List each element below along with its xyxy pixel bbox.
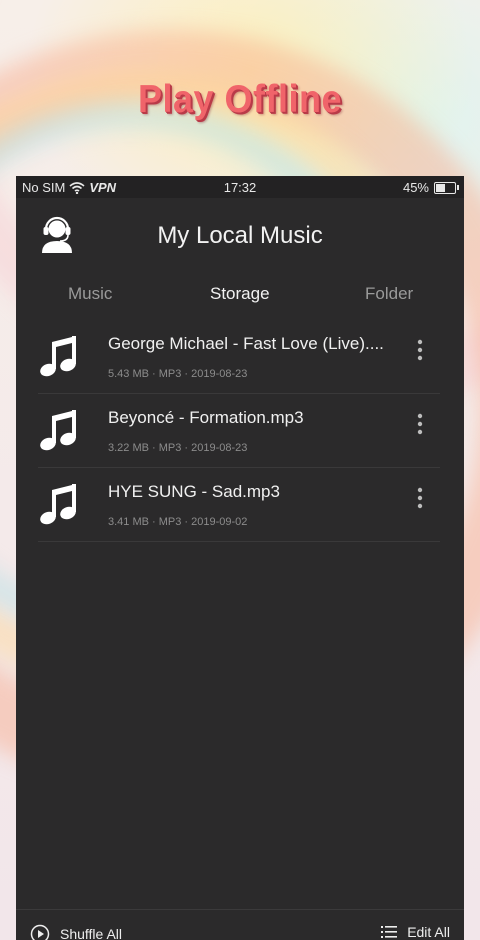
bottom-action-bar: Shuffle All Edit All <box>16 909 464 940</box>
shuffle-all-button[interactable]: Shuffle All <box>30 924 122 940</box>
song-title: HYE SUNG - Sad.mp3 <box>108 482 280 501</box>
edit-all-button[interactable]: Edit All <box>381 924 450 940</box>
shuffle-all-label: Shuffle All <box>60 926 123 940</box>
song-row[interactable]: HYE SUNG - Sad.mp3 3.41 MB · MP3 · 2019-… <box>16 468 464 542</box>
battery-percent: 45% <box>402 180 429 195</box>
song-title: George Michael - Fast Love (Live).... <box>108 334 384 353</box>
status-time: 17:32 <box>223 180 257 195</box>
tab-music[interactable]: Music <box>68 284 112 304</box>
tab-folder[interactable]: Folder <box>365 284 413 304</box>
list-icon <box>381 926 398 938</box>
music-note-icon <box>40 484 76 525</box>
music-note-icon <box>40 410 76 451</box>
row-divider <box>38 541 440 542</box>
song-meta: 3.22 MB · MP3 · 2019-08-23 <box>108 442 248 454</box>
more-options-icon[interactable] <box>410 412 430 438</box>
song-list: George Michael - Fast Love (Live).... 5.… <box>16 320 464 542</box>
song-row[interactable]: George Michael - Fast Love (Live).... 5.… <box>16 320 464 394</box>
more-options-icon[interactable] <box>410 486 430 512</box>
page-title: My Local Music <box>157 222 323 249</box>
app-header: My Local Music <box>16 198 464 270</box>
song-meta: 3.41 MB · MP3 · 2019-09-02 <box>108 516 248 528</box>
tab-bar: Music Storage Folder <box>16 270 464 316</box>
phone-screen: No SIM VPN 17:32 45% My Local Music Musi… <box>16 176 464 940</box>
status-right: 45% <box>402 180 459 195</box>
battery-fill <box>436 183 445 192</box>
song-row[interactable]: Beyoncé - Formation.mp3 3.22 MB · MP3 · … <box>16 394 464 468</box>
status-bar: No SIM VPN 17:32 45% <box>16 176 464 198</box>
promo-title: Play Offline <box>137 76 343 121</box>
tab-storage[interactable]: Storage <box>210 284 270 304</box>
song-title: Beyoncé - Formation.mp3 <box>108 408 304 427</box>
more-options-icon[interactable] <box>410 338 430 364</box>
music-note-icon <box>40 336 76 377</box>
song-meta: 5.43 MB · MP3 · 2019-08-23 <box>108 368 248 380</box>
play-circle-icon <box>30 924 50 940</box>
edit-all-label: Edit All <box>407 924 450 940</box>
battery-icon <box>434 181 459 194</box>
